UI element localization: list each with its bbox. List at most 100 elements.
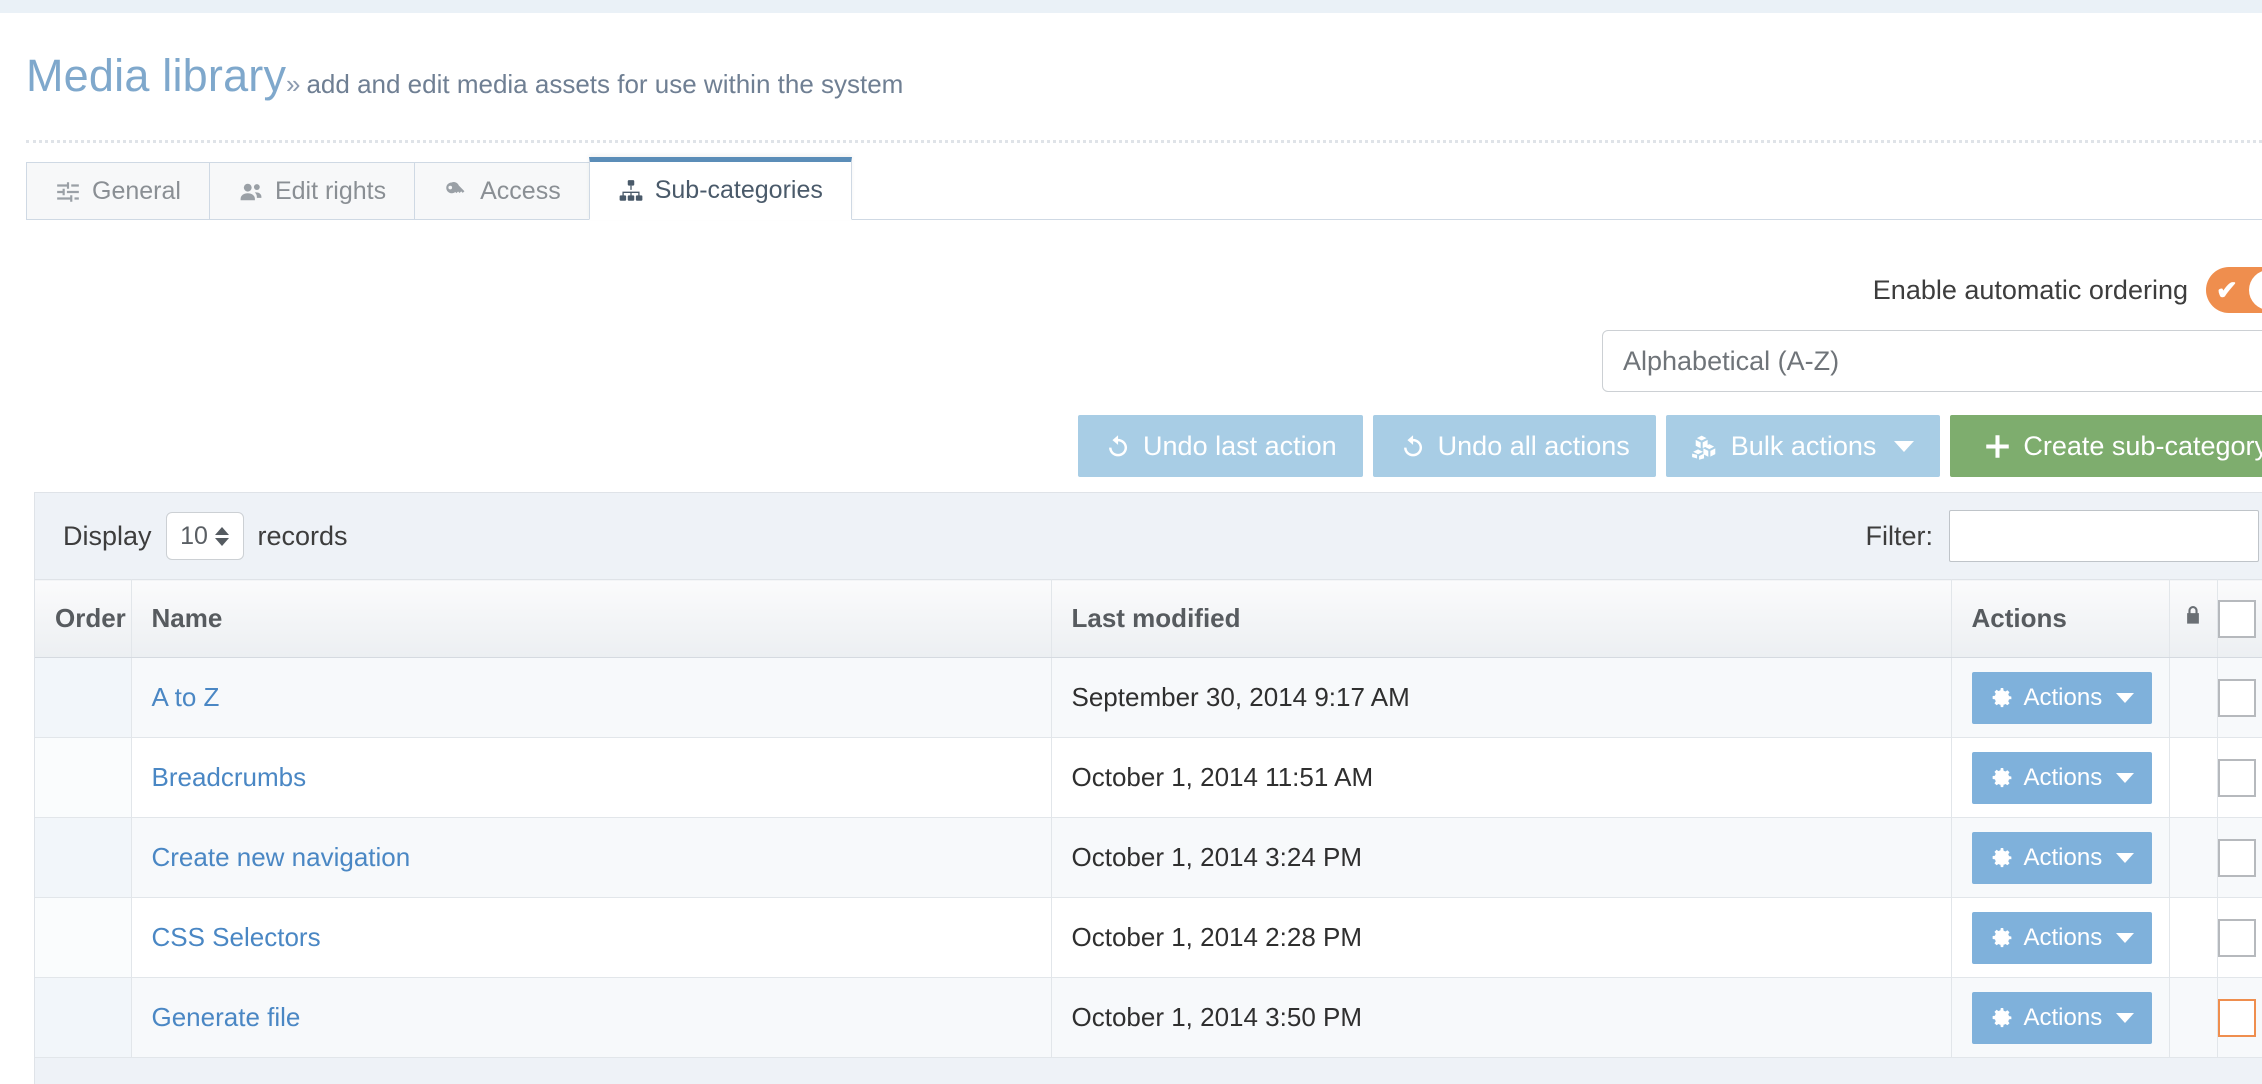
- cell-lock: [2169, 658, 2217, 738]
- sub-categories-table: Order Name Last modified Actions: [35, 579, 2262, 1058]
- cell-last-modified: October 1, 2014 2:28 PM: [1051, 898, 1951, 978]
- row-checkbox[interactable]: [2218, 679, 2256, 717]
- enable-automatic-ordering-label: Enable automatic ordering: [1873, 275, 2188, 306]
- table-toolbar: Display 10 records Filter:: [35, 493, 2262, 579]
- cell-last-modified: September 30, 2014 9:17 AM: [1051, 658, 1951, 738]
- column-header-lock: [2169, 580, 2217, 658]
- gear-icon: [1990, 846, 2014, 870]
- chevron-down-icon: [2116, 1013, 2134, 1023]
- table-header-row: Order Name Last modified Actions: [35, 580, 2262, 658]
- cell-last-modified: October 1, 2014 3:24 PM: [1051, 818, 1951, 898]
- tab-edit-rights-label: Edit rights: [275, 177, 386, 206]
- row-checkbox[interactable]: [2218, 759, 2256, 797]
- sub-category-link[interactable]: A to Z: [152, 682, 220, 712]
- gear-icon: [1990, 926, 2014, 950]
- cell-lock: [2169, 818, 2217, 898]
- chevron-down-icon: [2116, 773, 2134, 783]
- row-actions-button[interactable]: Actions: [1972, 672, 2153, 724]
- tab-edit-rights[interactable]: Edit rights: [209, 162, 415, 220]
- table-row: Breadcrumbs October 1, 2014 11:51 AM Act…: [35, 738, 2262, 818]
- cell-lock: [2169, 738, 2217, 818]
- tab-sub-categories-label: Sub-categories: [655, 176, 823, 205]
- lock-icon: [2182, 603, 2204, 627]
- cell-lock: [2169, 898, 2217, 978]
- cell-lock: [2169, 978, 2217, 1058]
- cell-order[interactable]: [35, 738, 131, 818]
- row-checkbox[interactable]: [2218, 839, 2256, 877]
- cell-name: CSS Selectors: [131, 898, 1051, 978]
- column-header-actions: Actions: [1951, 580, 2169, 658]
- cell-order[interactable]: [35, 818, 131, 898]
- sliders-icon: [55, 179, 81, 205]
- ordering-mode-select[interactable]: Alphabetical (A-Z): [1602, 330, 2262, 392]
- sub-category-link[interactable]: Breadcrumbs: [152, 762, 307, 792]
- row-actions-label: Actions: [2024, 844, 2103, 872]
- cell-last-modified: October 1, 2014 11:51 AM: [1051, 738, 1951, 818]
- page-header: Media library »add and edit media assets…: [0, 13, 2262, 135]
- display-label: Display: [63, 521, 152, 552]
- users-icon: [238, 179, 264, 205]
- bulk-actions-label: Bulk actions: [1731, 431, 1877, 462]
- bulk-actions-button[interactable]: Bulk actions: [1666, 415, 1941, 477]
- column-header-name[interactable]: Name: [131, 580, 1051, 658]
- sub-category-link[interactable]: Generate file: [152, 1002, 301, 1032]
- cell-select: [2217, 818, 2262, 898]
- cell-order[interactable]: [35, 898, 131, 978]
- column-header-select-all: [2217, 580, 2262, 658]
- cell-actions: Actions: [1951, 978, 2169, 1058]
- cell-actions: Actions: [1951, 738, 2169, 818]
- cell-actions: Actions: [1951, 658, 2169, 738]
- row-checkbox[interactable]: [2218, 919, 2256, 957]
- column-header-order[interactable]: Order: [35, 580, 131, 658]
- sub-category-link[interactable]: Create new navigation: [152, 842, 411, 872]
- gear-icon: [1990, 766, 2014, 790]
- column-header-last-modified[interactable]: Last modified: [1051, 580, 1951, 658]
- records-per-page-stepper[interactable]: 10: [166, 512, 244, 560]
- enable-automatic-ordering-toggle[interactable]: ✔: [2206, 267, 2262, 313]
- undo-all-actions-button[interactable]: Undo all actions: [1373, 415, 1656, 477]
- table-header: Order Name Last modified Actions: [35, 580, 2262, 658]
- undo-all-actions-label: Undo all actions: [1438, 431, 1630, 462]
- cell-actions: Actions: [1951, 898, 2169, 978]
- chevron-down-icon: [2116, 693, 2134, 703]
- undo-icon: [1104, 433, 1131, 460]
- table-row: CSS Selectors October 1, 2014 2:28 PM Ac…: [35, 898, 2262, 978]
- row-actions-button[interactable]: Actions: [1972, 992, 2153, 1044]
- filter-label: Filter:: [1866, 521, 1934, 552]
- sub-category-link[interactable]: CSS Selectors: [152, 922, 321, 952]
- undo-icon: [1399, 433, 1426, 460]
- row-actions-button[interactable]: Actions: [1972, 912, 2153, 964]
- breadcrumb-chevron: »: [286, 69, 300, 99]
- chevron-down-icon: [2116, 933, 2134, 943]
- cell-name: A to Z: [131, 658, 1051, 738]
- key-icon: [443, 179, 469, 205]
- check-icon: ✔: [2216, 277, 2238, 303]
- stepper-arrows-icon[interactable]: [215, 527, 229, 546]
- page-title: Media library: [26, 53, 286, 98]
- sub-categories-panel: Enable automatic ordering ✔ Alphabetical…: [26, 220, 2262, 1084]
- row-actions-button[interactable]: Actions: [1972, 832, 2153, 884]
- tab-access[interactable]: Access: [414, 162, 590, 220]
- row-actions-button[interactable]: Actions: [1972, 752, 2153, 804]
- action-button-row: Undo last action Undo all actions Bulk a…: [1078, 415, 2262, 477]
- display-records-group: Display 10 records: [63, 512, 348, 560]
- table-row: A to Z September 30, 2014 9:17 AM Action…: [35, 658, 2262, 738]
- table-row: Generate file October 1, 2014 3:50 PM Ac…: [35, 978, 2262, 1058]
- tab-sub-categories[interactable]: Sub-categories: [589, 157, 852, 220]
- cell-order[interactable]: [35, 978, 131, 1058]
- row-actions-label: Actions: [2024, 1004, 2103, 1032]
- row-checkbox[interactable]: [2218, 999, 2256, 1037]
- records-label: records: [258, 521, 348, 552]
- header-divider: [26, 140, 2262, 143]
- undo-last-action-button[interactable]: Undo last action: [1078, 415, 1363, 477]
- create-sub-category-button[interactable]: Create sub-category: [1950, 415, 2262, 477]
- plus-icon: [1984, 433, 2011, 460]
- ordering-mode-value: Alphabetical (A-Z): [1623, 346, 1839, 377]
- select-all-checkbox[interactable]: [2218, 600, 2256, 638]
- chevron-down-icon: [1894, 441, 1914, 452]
- cubes-icon: [1692, 433, 1719, 460]
- table-body: A to Z September 30, 2014 9:17 AM Action…: [35, 658, 2262, 1058]
- cell-order[interactable]: [35, 658, 131, 738]
- tab-general[interactable]: General: [26, 162, 210, 220]
- filter-input[interactable]: [1949, 510, 2259, 562]
